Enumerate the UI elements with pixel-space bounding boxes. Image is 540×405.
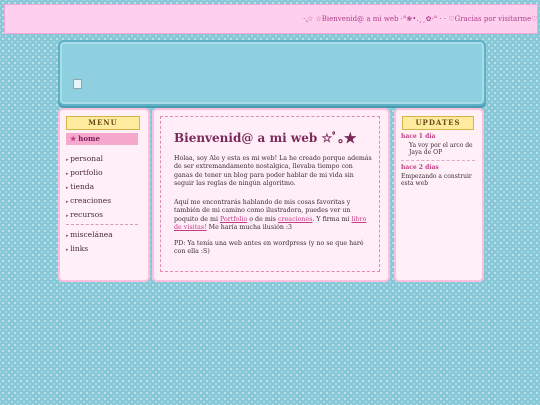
welcome-marquee: ·.̩͙☆ ☆Bienvenid@ a mi web ·°❀•.¸¸✿·° · … xyxy=(4,4,538,34)
menu-item-portfolio[interactable]: portfolio xyxy=(66,168,103,177)
menu-item-links[interactable]: links xyxy=(66,244,88,253)
update-divider xyxy=(401,160,475,161)
menu-item-recursos[interactable]: recursos xyxy=(66,210,103,219)
ps-paragraph: PD: Ya tenía una web antes en wordpress … xyxy=(174,240,364,256)
creaciones-link[interactable]: creaciones xyxy=(278,216,312,223)
menu-home-label: home xyxy=(78,134,100,143)
main-content-panel: Bienvenid@ a mi web ☆ﾟ｡★ Holaa, soy Ale … xyxy=(152,108,390,282)
marquee-text: ·.̩͙☆ ☆Bienvenid@ a mi web ·°❀•.¸¸✿·° · … xyxy=(303,15,538,23)
menu-panel: MENU ★home personal portfolio tienda cre… xyxy=(58,108,150,282)
portfolio-link[interactable]: Portfolio xyxy=(220,216,247,223)
links-paragraph-text-3: . Y firma mi xyxy=(312,215,352,223)
page-title: Bienvenid@ a mi web ☆ﾟ｡★ xyxy=(174,131,357,145)
menu-item-creaciones[interactable]: creaciones xyxy=(66,196,111,205)
menu-item-personal[interactable]: personal xyxy=(66,154,103,163)
updates-panel: UPDATES hace 1 día Ya voy por el arco de… xyxy=(394,108,484,282)
main-content-frame: Bienvenid@ a mi web ☆ﾟ｡★ Holaa, soy Ale … xyxy=(160,116,380,272)
intro-paragraph: Holaa, soy Ale y esta es mi web! La he c… xyxy=(174,155,372,188)
menu-item-tienda[interactable]: tienda xyxy=(66,182,94,191)
links-paragraph-text-2: o de mis xyxy=(247,215,279,223)
update-date: hace 1 día xyxy=(401,133,436,140)
update-text: Empezando a construir esta web xyxy=(401,173,472,187)
menu-divider xyxy=(66,224,138,225)
menu-title: MENU xyxy=(66,116,140,130)
updates-title: UPDATES xyxy=(402,116,474,130)
header-banner xyxy=(58,40,486,106)
star-icon: ★ xyxy=(70,134,77,143)
header-image-icon xyxy=(73,79,82,89)
menu-item-miscelanea[interactable]: miscelánea xyxy=(66,230,113,239)
menu-item-home[interactable]: ★ home xyxy=(66,133,138,145)
update-text: Ya voy por el arco de Jaya de OP xyxy=(409,142,473,156)
links-paragraph: Aquí me encontrarás hablando de mis cosa… xyxy=(174,199,372,233)
links-paragraph-text-4: Me haría mucha ilusión :3 xyxy=(206,224,293,232)
update-date: hace 2 días xyxy=(401,164,439,171)
